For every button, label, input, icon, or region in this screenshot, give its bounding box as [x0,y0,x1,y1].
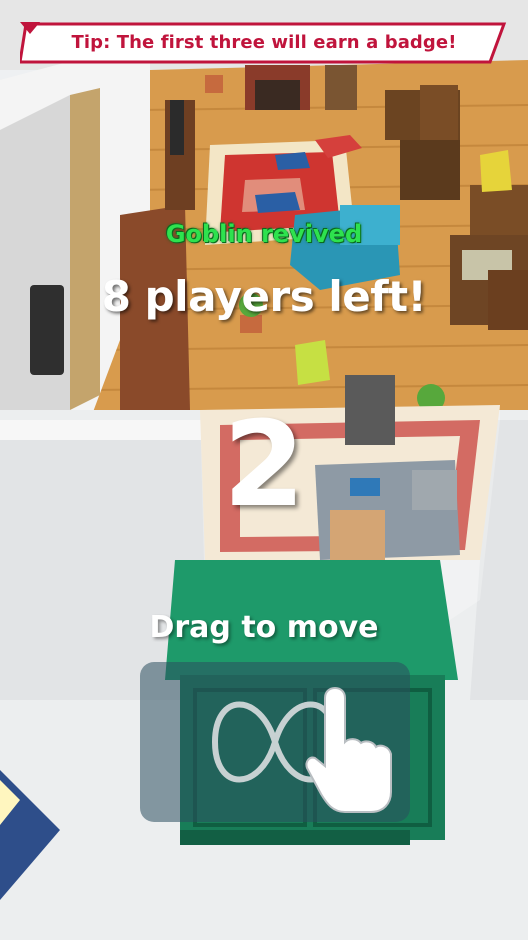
revived-notification: Goblin revived [165,220,363,248]
countdown-number: 2 [222,395,306,533]
tip-text: Tip: The first three will earn a badge! [71,32,457,53]
infinity-drag-icon [140,662,410,822]
players-left-text: 8 players left! [101,272,427,321]
clock [325,65,357,110]
drag-instruction: Drag to move [149,610,379,645]
shopping-bag [295,340,330,385]
